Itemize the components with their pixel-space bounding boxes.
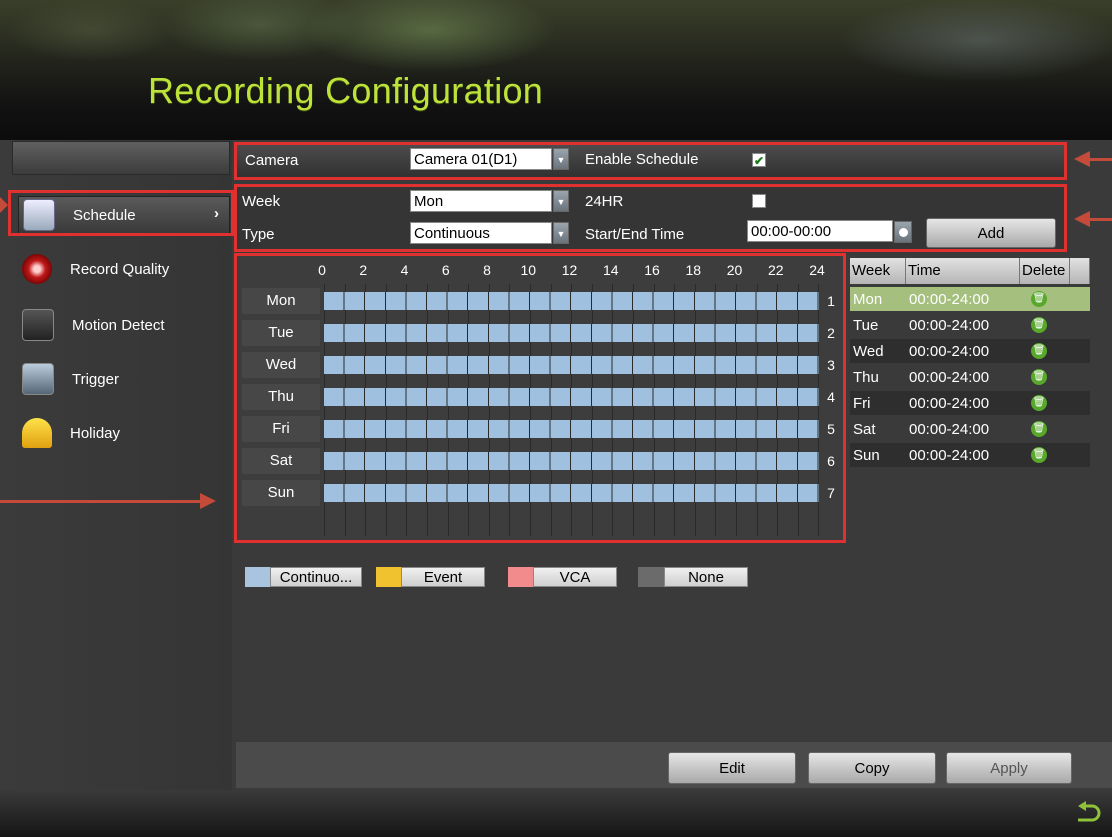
table-cell-day: Tue [853,316,879,334]
highlight-box-grid [234,253,846,543]
table-header-delete: Delete [1020,258,1070,284]
sidebar-item-label: Motion Detect [72,316,165,334]
trash-icon[interactable]: 🗑 [1031,343,1047,359]
table-row[interactable]: Tue 00:00-24:00 🗑 [850,313,1090,337]
trash-icon[interactable]: 🗑 [1031,369,1047,385]
table-row[interactable]: Mon 00:00-24:00 🗑 [850,287,1090,311]
trash-icon[interactable]: 🗑 [1031,421,1047,437]
sidebar-item-label: Holiday [70,424,121,442]
sidebar-item-trigger[interactable]: Trigger [18,360,230,398]
table-cell-day: Sun [853,446,880,464]
legend-label-vca: VCA [533,567,617,587]
arrow-right-icon [0,197,8,213]
arrow-left-icon [1074,211,1090,227]
motion-icon [22,309,54,341]
table-row[interactable]: Fri 00:00-24:00 🗑 [850,391,1090,415]
table-cell-day: Wed [853,342,884,360]
back-icon[interactable] [1072,800,1102,828]
sidebar-item-holiday[interactable]: Holiday [18,414,230,452]
arrow-line [0,500,200,503]
arrow-left-icon [1074,151,1090,167]
apply-button[interactable]: Apply [946,752,1072,784]
legend-swatch-none [638,567,664,587]
legend-label-event: Event [401,567,485,587]
trash-icon[interactable]: 🗑 [1031,395,1047,411]
table-header-week: Week [850,258,906,284]
table-cell-day: Mon [853,290,883,308]
arrow-line [1090,158,1112,161]
legend-label-continuous: Continuo... [270,567,362,587]
copy-button[interactable]: Copy [808,752,936,784]
table-cell-time: 00:00-24:00 [909,290,990,308]
umbrella-icon [22,418,52,448]
page-title: Recording Configuration [148,70,544,111]
highlight-box-schedule-row [234,184,1067,252]
trash-icon[interactable]: 🗑 [1031,447,1047,463]
sidebar-item-label: Trigger [72,370,119,388]
legend-label-none: None [664,567,748,587]
table-cell-time: 00:00-24:00 [909,342,990,360]
legend-swatch-vca [508,567,534,587]
table-header-spacer [1070,258,1090,284]
table-header-time: Time [906,258,1020,284]
table-cell-day: Thu [853,368,879,386]
edit-button[interactable]: Edit [668,752,796,784]
table-cell-day: Sat [853,420,876,438]
trash-icon[interactable]: 🗑 [1031,317,1047,333]
table-row[interactable]: Thu 00:00-24:00 🗑 [850,365,1090,389]
record-icon [22,254,52,284]
arrow-line [1090,218,1112,221]
arrow-right-icon [200,493,216,509]
highlight-box-camera-row [234,142,1067,180]
sidebar-item-record-quality[interactable]: Record Quality [18,250,230,288]
table-cell-day: Fri [853,394,871,412]
sidebar-item-motion-detect[interactable]: Motion Detect [18,306,230,344]
table-cell-time: 00:00-24:00 [909,368,990,386]
legend-swatch-event [376,567,402,587]
table-row[interactable]: Wed 00:00-24:00 🗑 [850,339,1090,363]
footer-bar [0,790,1112,837]
highlight-box-schedule-item [8,190,234,236]
table-cell-time: 00:00-24:00 [909,394,990,412]
table-cell-time: 00:00-24:00 [909,420,990,438]
trigger-icon [22,363,54,395]
table-row[interactable]: Sun 00:00-24:00 🗑 [850,443,1090,467]
sidebar [0,140,232,790]
sidebar-header [12,141,230,175]
table-cell-time: 00:00-24:00 [909,316,990,334]
sidebar-item-label: Record Quality [70,260,170,278]
table-cell-time: 00:00-24:00 [909,446,990,464]
table-row[interactable]: Sat 00:00-24:00 🗑 [850,417,1090,441]
legend-swatch-continuous [245,567,271,587]
trash-icon[interactable]: 🗑 [1031,291,1047,307]
